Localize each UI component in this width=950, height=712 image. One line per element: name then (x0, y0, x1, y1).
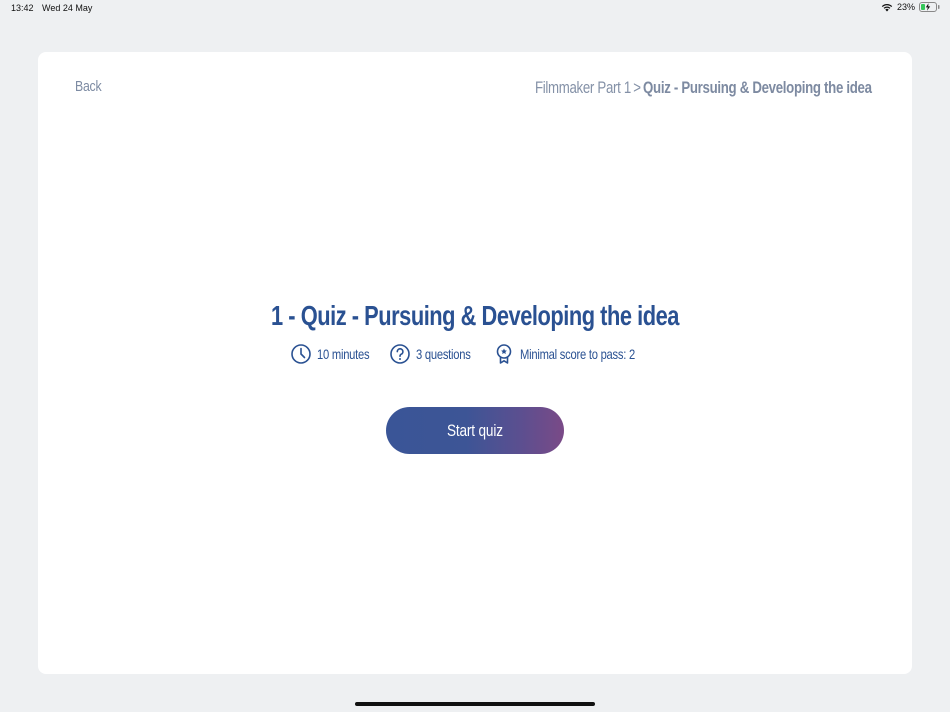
quiz-questions: 3 questions (389, 342, 484, 366)
award-badge-icon (496, 344, 512, 364)
start-quiz-label: Start quiz (447, 420, 503, 440)
wifi-icon (881, 3, 893, 12)
question-circle-icon (390, 344, 410, 364)
quiz-min-score: Minimal score to pass: 2 (493, 342, 664, 366)
start-quiz-button[interactable]: Start quiz (386, 407, 564, 454)
duration-label: 10 minutes (317, 346, 370, 362)
battery-charging-icon (919, 2, 940, 12)
breadcrumb-separator: > (633, 78, 642, 97)
quiz-meta: 10 minutes 3 questions Minimal score to … (38, 342, 912, 366)
breadcrumb-parent[interactable]: Filmmaker Part 1 (535, 78, 631, 97)
home-indicator (355, 702, 595, 706)
status-time: 13:42 (11, 3, 34, 13)
status-bar: 13:42 Wed 24 May 23% (0, 0, 950, 18)
quiz-title: 1 - Quiz - Pursuing & Developing the ide… (271, 300, 679, 331)
quiz-duration: 10 minutes (290, 342, 382, 366)
battery-percent: 23% (896, 2, 915, 12)
clock-icon (291, 344, 311, 364)
breadcrumb: Filmmaker Part 1 > Quiz - Pursuing & Devel… (535, 78, 872, 98)
breadcrumb-current: Quiz - Pursuing & Developing the idea (643, 78, 872, 97)
min-score-label: Minimal score to pass: 2 (520, 346, 635, 362)
status-date: Wed 24 May (42, 3, 93, 13)
status-indicators: 23% (881, 2, 940, 12)
back-button[interactable]: Back (75, 78, 102, 95)
quiz-card: Back Filmmaker Part 1 > Quiz - Pursuing & … (38, 52, 912, 674)
questions-label: 3 questions (416, 346, 471, 362)
